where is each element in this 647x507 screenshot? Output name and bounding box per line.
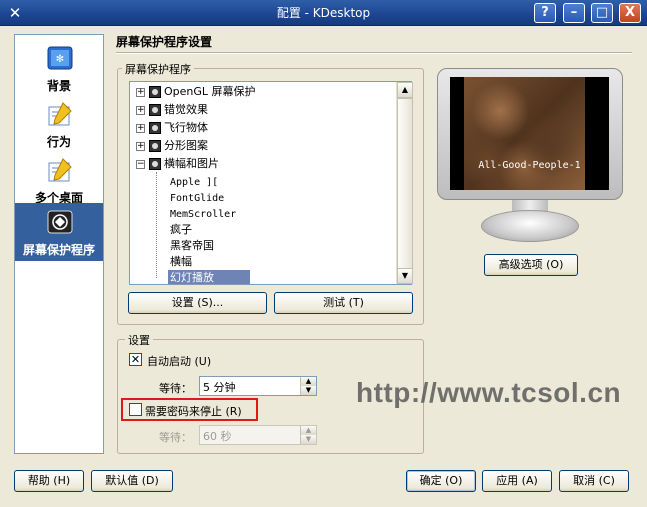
- wait-label: 等待：: [159, 382, 192, 395]
- tree-scrollbar[interactable]: ▲ ▼: [396, 82, 413, 284]
- cancel-button[interactable]: 取消 (C): [559, 470, 629, 492]
- tree-node-illusion[interactable]: + 错觉效果: [136, 102, 208, 118]
- sidebar-item-screensaver[interactable]: 屏幕保护程序: [15, 203, 103, 261]
- screensaver-tree[interactable]: + OpenGL 屏幕保护 + 错觉效果 + 飞行物体 + 分形图案 − 横幅和图片 Ap…: [129, 81, 412, 285]
- test-button[interactable]: 测试 (T): [274, 292, 413, 314]
- tree-node-label: 横幅和图片: [164, 157, 219, 170]
- help-title-button[interactable]: ?: [534, 3, 556, 23]
- expand-icon[interactable]: +: [136, 87, 145, 97]
- folder-icon: [149, 86, 161, 98]
- defaults-button[interactable]: 默认值 (D): [91, 470, 173, 492]
- expand-icon[interactable]: +: [136, 105, 145, 115]
- folder-icon: [149, 140, 161, 152]
- svg-text:✻: ✻: [56, 54, 64, 65]
- folder-icon: [149, 122, 161, 134]
- autostart-checkbox[interactable]: ✕: [129, 353, 142, 366]
- folder-icon: [149, 104, 161, 116]
- sidebar-item-behavior[interactable]: 行为: [15, 95, 103, 149]
- scroll-down-icon[interactable]: ▼: [397, 268, 413, 284]
- advanced-options-button[interactable]: 高级选项 (O): [484, 254, 578, 276]
- tree-leaf-fontglide[interactable]: FontGlide: [170, 191, 224, 207]
- tree-node-fractal[interactable]: + 分形图案: [136, 138, 208, 154]
- apply-button[interactable]: 应用 (A): [482, 470, 552, 492]
- multiple-desktops-icon: [48, 158, 72, 182]
- screensaver-icon: [47, 210, 73, 234]
- background-icon: ✻: [47, 46, 73, 70]
- spin-down-icon[interactable]: ▼: [300, 435, 316, 444]
- help-button[interactable]: 帮助 (H): [14, 470, 84, 492]
- tree-leaf-banner[interactable]: 横幅: [170, 254, 192, 270]
- behavior-icon: [48, 102, 72, 126]
- wait-value[interactable]: 5 分钟: [203, 379, 236, 395]
- watermark-text: http://www.tcsol.cn: [356, 377, 622, 408]
- tree-node-banners[interactable]: − 横幅和图片: [136, 156, 219, 172]
- scroll-thumb[interactable]: [397, 98, 413, 270]
- maximize-button[interactable]: □: [591, 3, 613, 23]
- sidebar-item-multiple-desktops[interactable]: 多个桌面: [15, 151, 103, 205]
- title-bar[interactable]: ✕ 配置 - KDesktop ? – □ X: [0, 0, 647, 26]
- sidebar-item-label: 屏幕保护程序: [22, 243, 95, 257]
- tree-node-label: 飞行物体: [164, 121, 208, 134]
- expand-icon[interactable]: +: [136, 123, 145, 133]
- collapse-icon[interactable]: −: [136, 159, 145, 169]
- autostart-label[interactable]: 自动启动 (U): [147, 353, 211, 369]
- ok-button[interactable]: 确定 (O): [406, 470, 476, 492]
- tree-leaf-madman[interactable]: 疯子: [170, 222, 192, 238]
- wait-spinbox[interactable]: 5 分钟 ▲ ▼: [199, 376, 317, 396]
- preview-image: [464, 77, 585, 190]
- scroll-up-icon[interactable]: ▲: [397, 82, 413, 98]
- tree-guide-line: [156, 172, 157, 278]
- tree-leaf-slideshow[interactable]: 幻灯播放: [168, 270, 250, 284]
- tree-node-label: 分形图案: [164, 139, 208, 152]
- minimize-button[interactable]: –: [563, 3, 585, 23]
- tree-node-label: OpenGL 屏幕保护: [164, 85, 256, 98]
- tree-leaf-apple[interactable]: Apple ][: [170, 175, 218, 191]
- sidebar-item-label: 背景: [46, 79, 71, 93]
- settings-group-legend: 设置: [125, 332, 153, 348]
- close-button[interactable]: X: [619, 3, 641, 23]
- sidebar-item-background[interactable]: ✻ 背景: [15, 39, 103, 93]
- sidebar-item-label: 行为: [46, 135, 71, 149]
- wait2-spinbox[interactable]: 60 秒 ▲ ▼: [199, 425, 317, 445]
- tree-node-flying[interactable]: + 飞行物体: [136, 120, 208, 136]
- sidebar: ✻ 背景 行为 多个桌面 屏幕保护程序: [14, 34, 104, 454]
- tree-node-opengl[interactable]: + OpenGL 屏幕保护: [136, 84, 256, 100]
- tree-node-label: 错觉效果: [164, 103, 208, 116]
- page-title: 屏幕保护程序设置: [116, 35, 213, 49]
- preview-caption: All-Good-People-1: [478, 160, 581, 171]
- setup-button[interactable]: 设置 (S)...: [128, 292, 267, 314]
- screensaver-group-legend: 屏幕保护程序: [122, 61, 194, 77]
- spin-down-icon[interactable]: ▼: [300, 386, 316, 395]
- highlight-annotation: [121, 398, 258, 421]
- wait2-value: 60 秒: [203, 430, 232, 443]
- expand-icon[interactable]: +: [136, 141, 145, 151]
- tree-leaf-memscroller[interactable]: MemScroller: [170, 207, 236, 223]
- title-divider: [116, 52, 632, 54]
- spin-up-icon[interactable]: ▲: [300, 426, 316, 435]
- folder-icon: [149, 158, 161, 170]
- wait2-label: 等待：: [159, 431, 192, 444]
- tree-leaf-matrix[interactable]: 黑客帝国: [170, 238, 214, 254]
- spin-up-icon[interactable]: ▲: [300, 377, 316, 386]
- monitor-base: [481, 210, 579, 242]
